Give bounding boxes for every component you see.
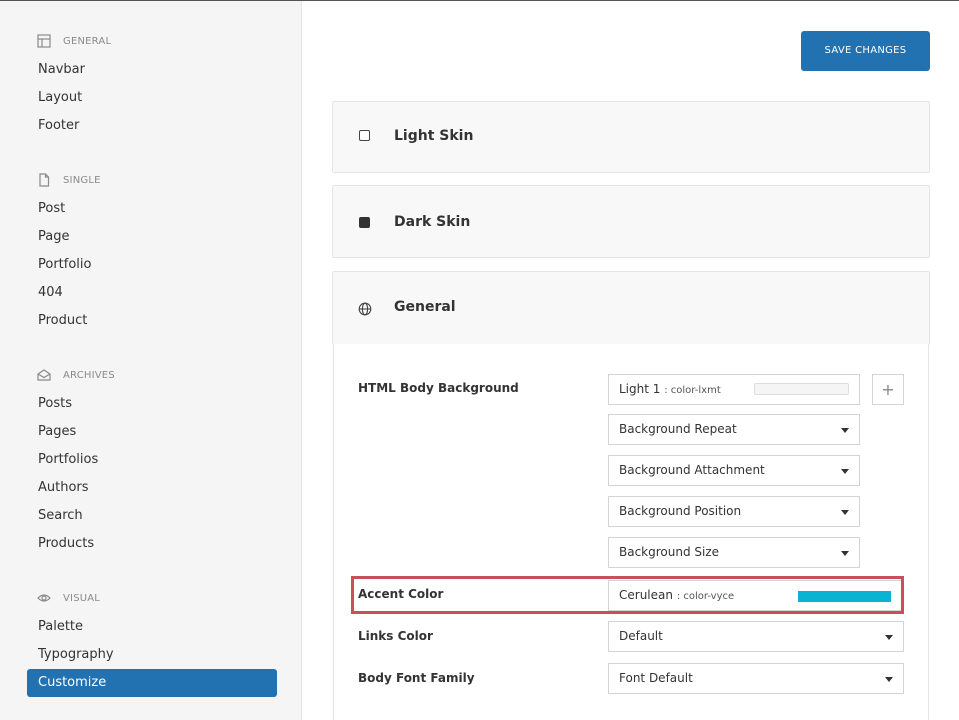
chevron-down-icon [841, 428, 849, 433]
dark-square-icon [359, 217, 370, 228]
envelope-open-icon [37, 368, 51, 382]
sidebar-item-404[interactable]: 404 [38, 285, 63, 300]
background-size-select[interactable]: Background Size [608, 537, 860, 568]
sidebar-item-palette[interactable]: Palette [38, 619, 83, 634]
sidebar-item-post[interactable]: Post [38, 201, 65, 216]
sidebar-item-portfolios[interactable]: Portfolios [38, 452, 98, 467]
sidebar-item-product[interactable]: Product [38, 313, 87, 328]
add-background-button[interactable]: + [872, 374, 904, 405]
chevron-down-icon [841, 510, 849, 515]
sidebar-item-layout[interactable]: Layout [38, 90, 82, 105]
links-color-label: Links Color [358, 629, 433, 643]
color-swatch [754, 383, 849, 395]
accent-color-highlight [351, 576, 904, 614]
sidebar: GENERAL Navbar Layout Footer SINGLE Post… [0, 1, 302, 720]
light-square-icon [359, 130, 370, 141]
panel-title-general: General [394, 299, 456, 315]
sidebar-item-search[interactable]: Search [38, 508, 83, 523]
file-icon [37, 173, 51, 187]
chevron-down-icon [841, 551, 849, 556]
sidebar-item-pages[interactable]: Pages [38, 424, 76, 439]
sidebar-item-products[interactable]: Products [38, 536, 94, 551]
sidebar-item-customize[interactable]: Customize [27, 669, 277, 697]
background-attachment-select[interactable]: Background Attachment [608, 455, 860, 486]
background-position-select[interactable]: Background Position [608, 496, 860, 527]
sidebar-item-footer[interactable]: Footer [38, 118, 79, 133]
html-body-background-color-picker[interactable]: Light 1 : color-lxmt [608, 374, 860, 405]
sidebar-item-authors[interactable]: Authors [38, 480, 89, 495]
panel-title-light-skin: Light Skin [394, 128, 474, 144]
section-heading-archives: ARCHIVES [37, 368, 115, 382]
html-body-background-label: HTML Body Background [358, 381, 519, 395]
sidebar-item-posts[interactable]: Posts [38, 396, 72, 411]
chevron-down-icon [841, 469, 849, 474]
sidebar-item-portfolio[interactable]: Portfolio [38, 257, 91, 272]
background-repeat-select[interactable]: Background Repeat [608, 414, 860, 445]
body-font-family-label: Body Font Family [358, 671, 475, 685]
save-changes-button[interactable]: SAVE CHANGES [801, 31, 930, 71]
panel-light-skin[interactable]: Light Skin [332, 101, 930, 173]
links-color-select[interactable]: Default [608, 621, 904, 652]
sidebar-item-navbar[interactable]: Navbar [38, 62, 85, 77]
section-heading-general: GENERAL [37, 34, 111, 48]
globe-icon [358, 301, 372, 316]
chevron-down-icon [885, 677, 893, 682]
layout-icon [37, 34, 51, 48]
section-heading-single: SINGLE [37, 173, 101, 187]
section-heading-visual: VISUAL [37, 591, 100, 605]
eye-icon [37, 591, 51, 605]
panel-dark-skin[interactable]: Dark Skin [332, 185, 930, 258]
body-font-family-select[interactable]: Font Default [608, 663, 904, 694]
sidebar-item-page[interactable]: Page [38, 229, 69, 244]
sidebar-item-typography[interactable]: Typography [38, 647, 114, 662]
panel-general[interactable]: General [332, 271, 930, 345]
panel-title-dark-skin: Dark Skin [394, 214, 471, 230]
chevron-down-icon [885, 635, 893, 640]
